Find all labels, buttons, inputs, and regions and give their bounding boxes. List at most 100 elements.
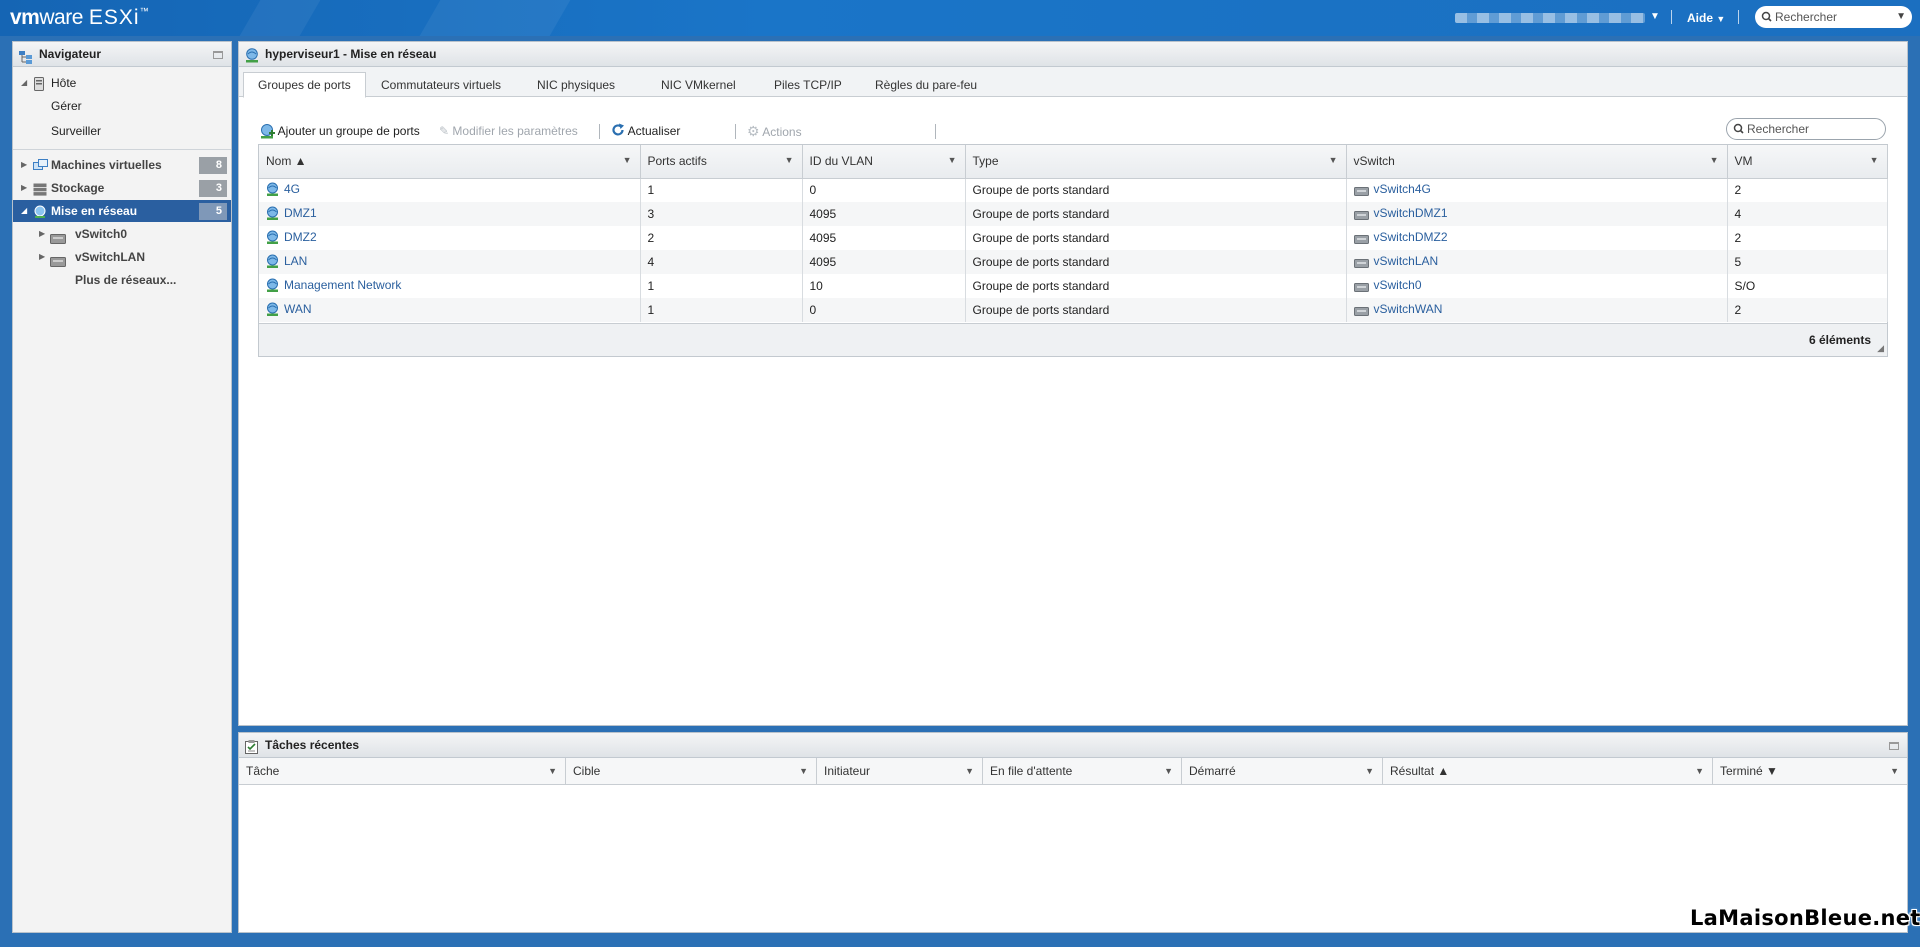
global-search-input[interactable]: Rechercher ▼: [1755, 6, 1912, 28]
table-row[interactable]: DMZ1 3 4095 Groupe de ports standard vSwitch…: [259, 202, 1888, 226]
port-group-name[interactable]: WAN: [284, 302, 312, 316]
active-ports-cell: 1: [640, 298, 803, 322]
table-row[interactable]: 4G 1 0 Groupe de ports standard vSwitch4G 2: [259, 178, 1888, 202]
tab-firewall-rules[interactable]: Règles du pare-feu: [861, 73, 991, 97]
chevron-down-icon[interactable]: ▼: [799, 758, 808, 784]
chevron-down-icon[interactable]: ▼: [1710, 155, 1719, 165]
port-group-name[interactable]: Management Network: [284, 278, 401, 292]
vswitch-link[interactable]: vSwitch4G: [1374, 182, 1431, 196]
resize-handle-icon[interactable]: ◢: [1877, 343, 1884, 354]
network-icon: [266, 206, 279, 223]
nav-networking[interactable]: ◢ Mise en réseau 5: [13, 200, 231, 222]
port-group-name[interactable]: LAN: [284, 254, 307, 268]
nav-virtual-machines[interactable]: ▶ Machines virtuelles 8: [13, 154, 231, 176]
nav-storage[interactable]: ▶ Stockage 3: [13, 177, 231, 199]
port-group-name-cell[interactable]: Management Network: [259, 274, 641, 298]
navigator-header: Navigateur: [13, 42, 231, 67]
vswitch-link[interactable]: vSwitchDMZ2: [1374, 230, 1448, 244]
column-header-vm[interactable]: VM ▼: [1727, 145, 1888, 179]
chevron-down-icon[interactable]: ▼: [1365, 758, 1374, 784]
add-port-group-button[interactable]: Ajouter un groupe de ports: [259, 120, 420, 142]
vswitch-cell[interactable]: vSwitch4G: [1346, 178, 1728, 202]
column-header-name[interactable]: Nom ▲ ▼: [259, 145, 641, 179]
tab-physical-nics[interactable]: NIC physiques: [523, 73, 629, 97]
vswitch-cell[interactable]: vSwitchWAN: [1346, 298, 1728, 322]
nav-more-networks[interactable]: Plus de réseaux...: [13, 269, 231, 291]
vswitch-link[interactable]: vSwitchDMZ1: [1374, 206, 1448, 220]
column-header-result[interactable]: Résultat ▲ ▼: [1383, 758, 1713, 785]
vswitch-link[interactable]: vSwitch0: [1374, 278, 1422, 292]
item-count: 6 éléments: [1808, 333, 1871, 347]
grid-search-input[interactable]: Rechercher: [1726, 118, 1886, 140]
tab-tcpip-stacks[interactable]: Piles TCP/IP: [760, 73, 856, 97]
chevron-down-icon[interactable]: ▼: [1650, 11, 1660, 22]
expand-arrow-icon[interactable]: ▶: [39, 246, 45, 268]
vswitch-cell[interactable]: vSwitchLAN: [1346, 250, 1728, 274]
collapse-arrow-icon[interactable]: ◢: [21, 200, 27, 222]
port-group-name-cell[interactable]: 4G: [259, 178, 641, 202]
port-group-name[interactable]: 4G: [284, 182, 300, 196]
help-menu[interactable]: Aide ▼: [1687, 11, 1725, 25]
chevron-down-icon[interactable]: ▼: [1164, 758, 1173, 784]
column-header-queued[interactable]: En file d'attente ▼: [983, 758, 1182, 785]
chevron-down-icon[interactable]: ▼: [623, 155, 632, 165]
add-network-icon: [261, 124, 275, 139]
vswitch-cell[interactable]: vSwitchDMZ1: [1346, 202, 1728, 226]
column-header-initiator[interactable]: Initiateur ▼: [817, 758, 983, 785]
actions-button[interactable]: ⚙ Actions: [747, 120, 802, 142]
chevron-down-icon[interactable]: ▼: [1870, 155, 1879, 165]
port-group-name-cell[interactable]: WAN: [259, 298, 641, 322]
column-header-target[interactable]: Cible ▼: [566, 758, 817, 785]
column-header-vswitch[interactable]: vSwitch ▼: [1346, 145, 1728, 179]
chevron-down-icon[interactable]: ▼: [785, 155, 794, 165]
column-header-active-ports[interactable]: Ports actifs ▼: [640, 145, 803, 179]
tab-virtual-switches[interactable]: Commutateurs virtuels: [367, 73, 515, 97]
expand-arrow-icon[interactable]: ▶: [21, 177, 27, 199]
port-group-name[interactable]: DMZ2: [284, 230, 317, 244]
watermark: LaMaisonBleue.net: [1690, 906, 1920, 930]
table-row[interactable]: DMZ2 2 4095 Groupe de ports standard vSwitch…: [259, 226, 1888, 250]
column-header-completed[interactable]: Terminé ▼ ▼: [1713, 758, 1907, 785]
vswitch-cell[interactable]: vSwitchDMZ2: [1346, 226, 1728, 250]
vm-count-cell: 2: [1727, 298, 1888, 322]
column-header-task[interactable]: Tâche ▼: [239, 758, 566, 785]
column-header-vlan-id[interactable]: ID du VLAN ▼: [802, 145, 966, 179]
chevron-down-icon[interactable]: ▼: [1890, 758, 1899, 784]
nav-manage[interactable]: Gérer: [13, 95, 231, 117]
tab-port-groups[interactable]: Groupes de ports: [243, 72, 366, 98]
nav-vswitch0[interactable]: ▶ vSwitch0: [13, 223, 231, 245]
chevron-down-icon[interactable]: ▼: [948, 155, 957, 165]
column-header-started[interactable]: Démarré ▼: [1182, 758, 1383, 785]
port-group-name-cell[interactable]: DMZ1: [259, 202, 641, 226]
active-ports-cell: 4: [640, 250, 803, 274]
port-group-name[interactable]: DMZ1: [284, 206, 317, 220]
chevron-down-icon[interactable]: ▼: [1896, 6, 1906, 28]
edit-settings-button[interactable]: ✎ Modifier les paramètres: [439, 120, 578, 142]
vswitch-link[interactable]: vSwitchLAN: [1374, 254, 1439, 268]
collapse-arrow-icon[interactable]: ◢: [21, 72, 27, 94]
nav-vswitchlan[interactable]: ▶ vSwitchLAN: [13, 246, 231, 268]
chevron-down-icon[interactable]: ▼: [1329, 155, 1338, 165]
tasks-columns: Tâche ▼ Cible ▼ Initiateur ▼ En file d'atte…: [239, 758, 1907, 785]
table-row[interactable]: WAN 1 0 Groupe de ports standard vSwitchWAN 2: [259, 298, 1888, 322]
column-header-type[interactable]: Type ▼: [965, 145, 1347, 179]
user-menu[interactable]: [1455, 13, 1645, 23]
vmware-esxi-logo[interactable]: vmware ESXi™: [10, 6, 149, 30]
tab-vmkernel-nics[interactable]: NIC VMkernel: [647, 73, 750, 97]
port-group-name-cell[interactable]: DMZ2: [259, 226, 641, 250]
port-group-name-cell[interactable]: LAN: [259, 250, 641, 274]
vswitch-link[interactable]: vSwitchWAN: [1374, 302, 1443, 316]
chevron-down-icon[interactable]: ▼: [965, 758, 974, 784]
chevron-down-icon[interactable]: ▼: [548, 758, 557, 784]
table-row[interactable]: LAN 4 4095 Groupe de ports standard vSwitchL…: [259, 250, 1888, 274]
table-row[interactable]: Management Network 1 10 Groupe de ports sta…: [259, 274, 1888, 298]
expand-arrow-icon[interactable]: ▶: [39, 223, 45, 245]
chevron-down-icon[interactable]: ▼: [1695, 758, 1704, 784]
vswitch-cell[interactable]: vSwitch0: [1346, 274, 1728, 298]
refresh-button[interactable]: Actualiser: [611, 120, 680, 142]
minimize-icon[interactable]: [1889, 742, 1899, 750]
nav-monitor[interactable]: Surveiller: [13, 120, 231, 142]
nav-host[interactable]: ◢ Hôte: [13, 72, 231, 94]
minimize-icon[interactable]: [213, 51, 223, 59]
expand-arrow-icon[interactable]: ▶: [21, 154, 27, 176]
